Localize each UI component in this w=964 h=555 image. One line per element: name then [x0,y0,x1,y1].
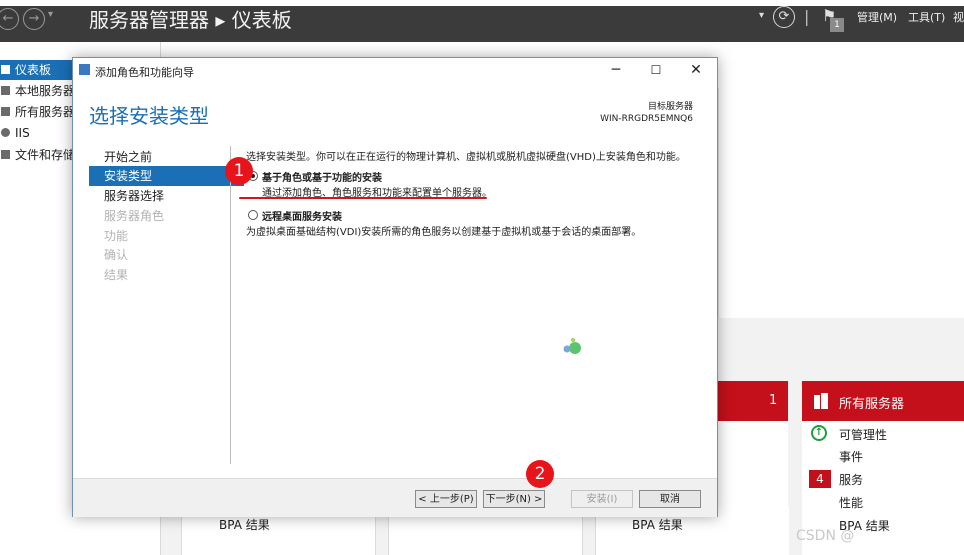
remote-desktop-install-radio[interactable] [248,210,258,220]
manage-menu[interactable]: 管理(M) [857,9,897,25]
sidebar-item-label: 所有服务器 [15,105,76,119]
maximize-button[interactable]: ☐ [636,59,676,81]
wizard-step-server-roles: 服务器角色 [104,209,165,223]
highlight-underline [239,197,487,199]
wizard-step-server-selection[interactable]: 服务器选择 [89,186,244,206]
next-button[interactable]: 下一步(N) > [483,490,545,508]
page-title: 服务器管理器 ▸ 仪表板 [89,8,292,32]
forward-button[interactable]: → [23,8,45,30]
minimize-button[interactable]: ─ [596,59,636,81]
destination-server-name: WIN-RRGDR5EMNQ6 [600,114,693,124]
destination-label: 目标服务器 [647,102,693,112]
title-bar: ← → ▾ 服务器管理器 ▸ 仪表板 ▾ ⟳ | ⚑ 1 管理(M) 工具(T)… [0,0,964,42]
tile-title: 所有服务器 [839,397,905,412]
tile-bpa-label-1[interactable]: BPA 结果 [219,516,270,533]
role-based-install-title[interactable]: 基于角色或基于功能的安装 [262,169,382,184]
tools-menu[interactable]: 工具(T) [908,9,945,25]
storage-icon [1,150,10,159]
dialog-window-title: 添加角色和功能向导 [95,66,194,79]
sidebar-item-label: 本地服务器 [15,84,76,98]
welcome-panel [718,88,964,318]
services-alert-badge: 4 [809,470,831,488]
sidebar-item-label: 仪表板 [15,63,52,77]
dashboard-icon [1,65,10,74]
notification-count-badge: 1 [830,18,844,32]
sidebar-item-label: IIS [15,126,30,140]
wizard-step-confirmation: 确认 [104,248,129,262]
separator: | [804,7,810,26]
annotation-badge-2: 2 [526,460,554,488]
breadcrumb-dropdown-icon[interactable]: ▾ [759,10,764,21]
remote-desktop-install-title[interactable]: 远程桌面服务安装 [262,208,342,223]
previous-button[interactable]: < 上一步(P) [415,490,477,508]
wizard-footer: < 上一步(P) 下一步(N) > 安装(I) 取消 [73,478,717,517]
wizard-heading: 选择安装类型 [89,104,209,128]
tile-partial-count: 1 [769,393,778,408]
add-roles-wizard-dialog: 添加角色和功能向导 ─ ☐ ✕ 选择安装类型 目标服务器 WIN-RRGDR5E… [72,57,718,517]
wizard-app-icon [79,64,90,75]
server-icon [1,86,10,95]
close-button[interactable]: ✕ [676,59,716,81]
view-menu[interactable]: 视 [953,9,964,25]
back-button[interactable]: ← [0,8,19,30]
busy-spinner-icon [563,337,581,354]
tile-row-events[interactable]: 事件 [839,448,863,465]
wizard-step-installation-type[interactable]: 安装类型 [89,166,244,186]
destination-server-info: 目标服务器 WIN-RRGDR5EMNQ6 [600,101,693,125]
wizard-step-features: 功能 [104,229,129,243]
wizard-step-results: 结果 [104,268,129,282]
cancel-button[interactable]: 取消 [639,490,701,508]
tile-row-manageability[interactable]: 可管理性 [839,426,887,443]
refresh-icon[interactable]: ⟳ [773,6,795,28]
sidebar-item-label: 文件和存储 [15,148,76,162]
tile-row-services[interactable]: 服务 [839,471,863,488]
iis-icon [1,128,10,137]
vertical-divider [230,146,231,464]
wizard-step-before-you-begin[interactable]: 开始之前 [89,147,244,167]
history-dropdown-icon[interactable]: ▾ [48,9,53,20]
annotation-badge-1: 1 [225,157,253,185]
remote-desktop-install-desc: 为虚拟桌面基础结构(VDI)安装所需的角色服务以创建基于虚拟机或基于会话的桌面部… [246,227,642,238]
tile-bpa-label-3[interactable]: BPA 结果 [632,516,683,533]
watermark-text: CSDN @ [796,528,855,544]
tile-row-performance[interactable]: 性能 [839,494,863,511]
manageability-ok-icon: ↑ [811,425,827,441]
install-button: 安装(I) [571,490,633,508]
servers-tile-icon [814,393,828,409]
tile-all-servers-header[interactable]: 所有服务器 [802,381,964,421]
servers-icon [1,107,10,116]
installation-type-description: 选择安装类型。你可以在正在运行的物理计算机、虚拟机或脱机虚拟硬盘(VHD)上安装… [246,152,686,163]
